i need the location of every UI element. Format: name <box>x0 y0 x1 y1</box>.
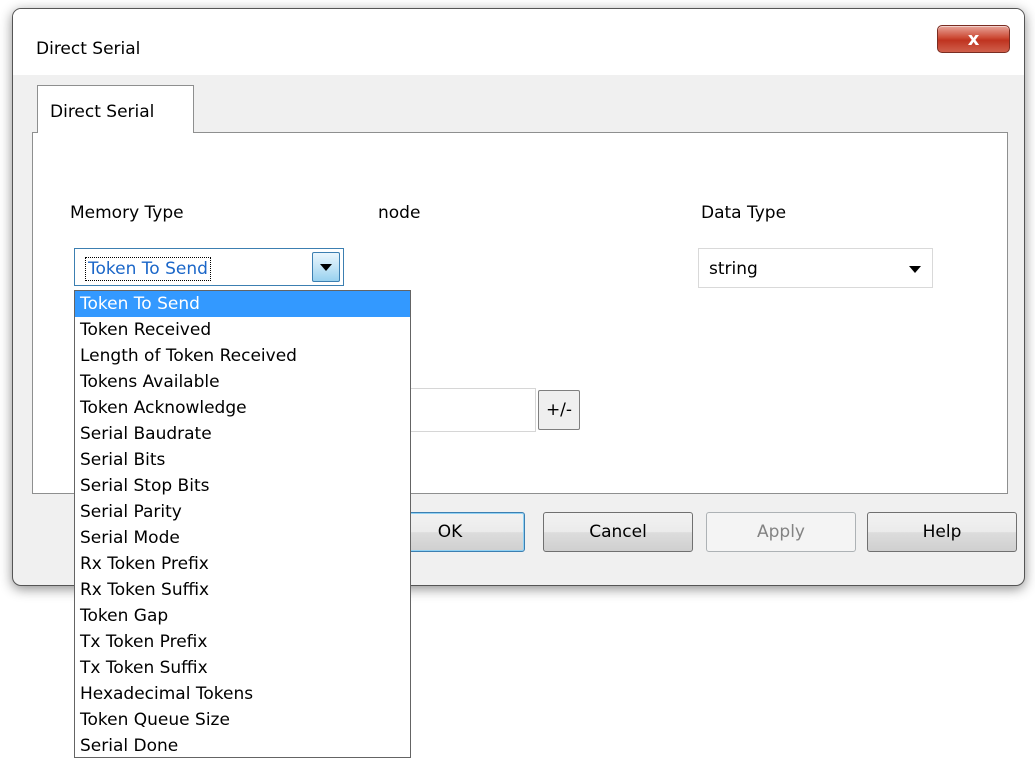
dropdown-option[interactable]: Token To Send <box>75 291 410 317</box>
data-type-select[interactable]: string <box>698 248 933 288</box>
memory-type-select[interactable]: Token To Send <box>74 248 344 286</box>
dropdown-option[interactable]: Token Gap <box>75 603 410 629</box>
dropdown-option[interactable]: Tx Token Suffix <box>75 655 410 681</box>
dropdown-option[interactable]: Token Acknowledge <box>75 395 410 421</box>
dropdown-option[interactable]: Serial Baudrate <box>75 421 410 447</box>
sign-toggle-button[interactable]: +/- <box>538 390 580 430</box>
dropdown-option[interactable]: Tokens Available <box>75 369 410 395</box>
cancel-button[interactable]: Cancel <box>543 512 693 552</box>
memory-type-value: Token To Send <box>85 257 211 281</box>
close-button[interactable]: x <box>937 25 1010 53</box>
dropdown-option[interactable]: Serial Parity <box>75 499 410 525</box>
dropdown-option[interactable]: Serial Done <box>75 733 410 757</box>
dropdown-option[interactable]: Rx Token Prefix <box>75 551 410 577</box>
dropdown-option[interactable]: Serial Mode <box>75 525 410 551</box>
node-label: node <box>378 203 421 223</box>
apply-button[interactable]: Apply <box>706 512 856 552</box>
dialog-title: Direct Serial <box>36 39 141 59</box>
help-button[interactable]: Help <box>867 512 1017 552</box>
dropdown-option[interactable]: Token Received <box>75 317 410 343</box>
chevron-down-icon <box>909 266 921 273</box>
memory-type-dropdown-list: Token To Send Token Received Length of Tok… <box>74 290 411 758</box>
title-bar[interactable]: Direct Serial x <box>13 9 1024 75</box>
memory-type-label: Memory Type <box>70 203 184 223</box>
dropdown-option[interactable]: Serial Bits <box>75 447 410 473</box>
chevron-down-icon <box>320 264 332 271</box>
dropdown-option[interactable]: Hexadecimal Tokens <box>75 681 410 707</box>
data-type-value: string <box>709 259 758 279</box>
dropdown-option[interactable]: Rx Token Suffix <box>75 577 410 603</box>
dropdown-option[interactable]: Serial Stop Bits <box>75 473 410 499</box>
dropdown-option[interactable]: Tx Token Prefix <box>75 629 410 655</box>
memory-type-dropdown-button[interactable] <box>312 252 340 282</box>
close-icon: x <box>967 28 980 50</box>
dropdown-option[interactable]: Token Queue Size <box>75 707 410 733</box>
tab-direct-serial[interactable]: Direct Serial <box>37 85 194 133</box>
tab-label: Direct Serial <box>50 102 155 122</box>
data-type-label: Data Type <box>701 203 787 223</box>
dropdown-option[interactable]: Length of Token Received <box>75 343 410 369</box>
